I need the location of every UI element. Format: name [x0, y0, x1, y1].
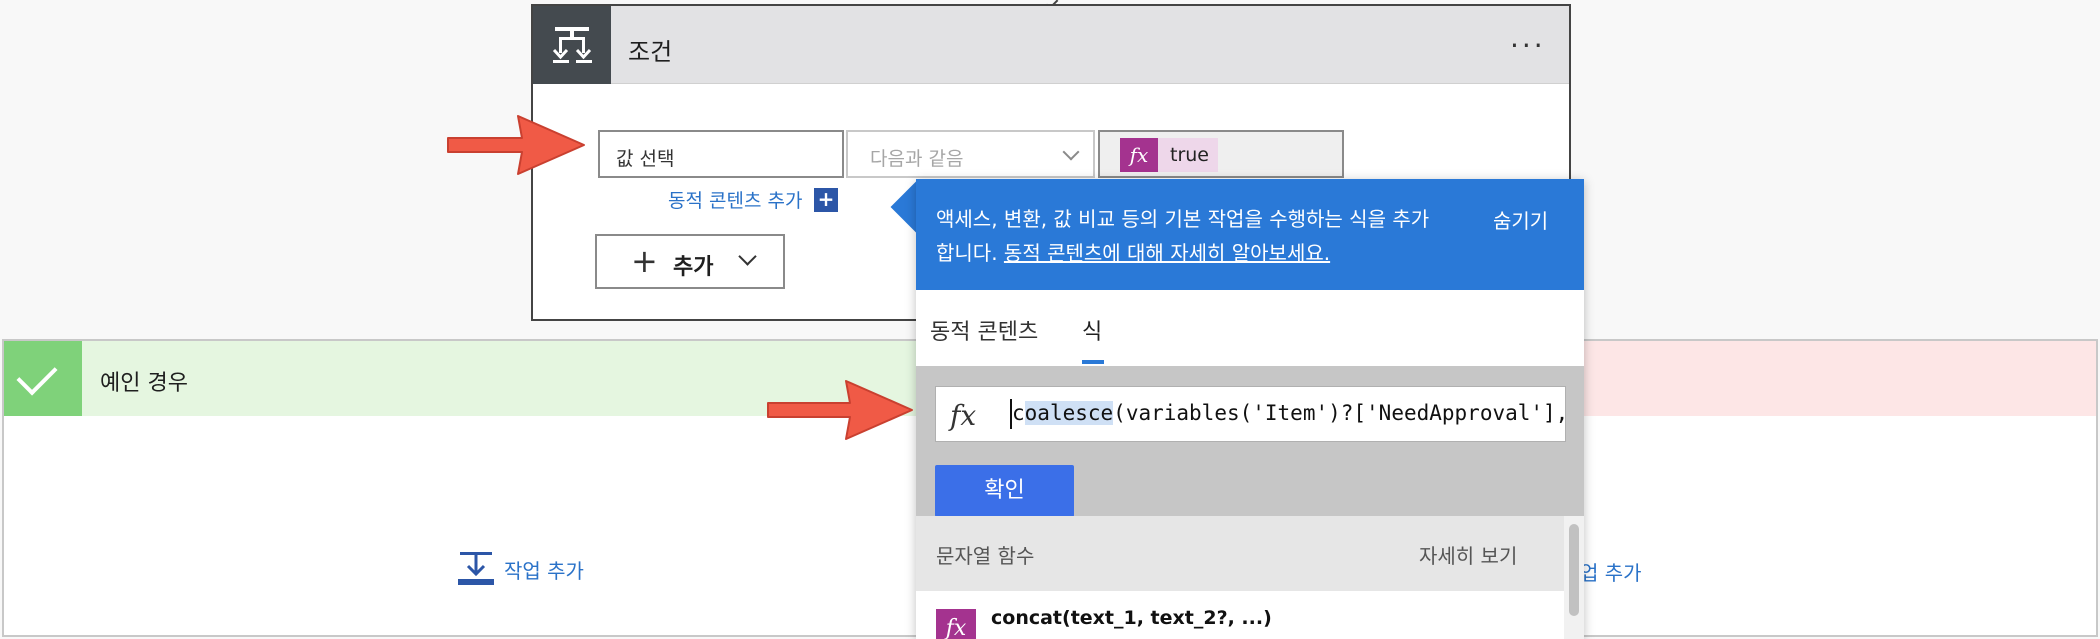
ok-button[interactable]: 확인	[935, 465, 1074, 517]
category-title: 문자열 함수	[936, 544, 1035, 568]
expression-text: coalesce(variables('Item')?['NeedApprova…	[1012, 401, 1568, 425]
add-action-icon	[458, 552, 494, 585]
add-action-link[interactable]: 작업 추가	[458, 552, 584, 586]
banner-text-prefix: 합니다.	[936, 241, 1004, 265]
condition-icon	[533, 6, 611, 84]
expression-input[interactable]: fx coalesce(variables('Item')?['NeedAppr…	[935, 386, 1568, 442]
more-options-icon[interactable]: ···	[1510, 32, 1546, 60]
see-more-link[interactable]: 자세히 보기	[1419, 540, 1517, 569]
expression-rest: (variables('Item')?['NeedApproval'],	[1113, 401, 1569, 425]
scrollbar-thumb[interactable]	[1569, 524, 1579, 616]
expression-token[interactable]: fx true	[1120, 138, 1218, 172]
red-arrow-icon	[767, 380, 913, 440]
tab-expression[interactable]: 식	[1082, 314, 1102, 346]
learn-more-link[interactable]: 동적 콘텐츠에 대해 자세히 알아보세요.	[1004, 241, 1330, 265]
active-tab-indicator	[1082, 360, 1104, 364]
add-button-label: 추가	[673, 255, 714, 280]
fx-icon: fx	[936, 609, 976, 639]
choose-value-input[interactable]: 값 선택	[598, 130, 844, 178]
chevron-down-icon	[738, 247, 757, 266]
red-arrow-icon	[447, 115, 585, 175]
add-button[interactable]: + 추가	[595, 234, 785, 289]
expression-highlight: oalesce	[1024, 401, 1114, 425]
chevron-down-icon	[1062, 143, 1080, 161]
checkmark-icon	[4, 341, 82, 416]
banner-text-line1: 액세스, 변환, 값 비교 등의 기본 작업을 수행하는 식을 추가	[936, 207, 1430, 231]
expression-popup: 액세스, 변환, 값 비교 등의 기본 작업을 수행하는 식을 추가 합니다. …	[916, 179, 1584, 639]
function-list: 문자열 함수 자세히 보기 fx concat(text_1, text_2?,…	[916, 516, 1584, 639]
add-action-link-no[interactable]: 업 추가	[1580, 557, 1642, 586]
add-dynamic-content-link[interactable]: 동적 콘텐츠 추가	[668, 186, 802, 213]
compare-value-input[interactable]: fx true	[1098, 130, 1344, 178]
add-action-label: 작업 추가	[504, 558, 584, 583]
plus-icon[interactable]: +	[814, 188, 838, 212]
fx-icon: fx	[950, 399, 977, 432]
banner-text-line2: 합니다. 동적 콘텐츠에 대해 자세히 알아보세요.	[936, 237, 1330, 266]
hide-button[interactable]: 숨기기	[1493, 205, 1548, 234]
condition-title: 조건	[628, 38, 673, 66]
tab-dynamic-content[interactable]: 동적 콘텐츠	[930, 314, 1038, 346]
function-category-row: 문자열 함수 자세히 보기	[916, 516, 1564, 591]
function-item-concat[interactable]: concat(text_1, text_2?, ...)	[991, 607, 1272, 629]
condition-header[interactable]: 조건 ···	[533, 6, 1569, 84]
info-banner: 액세스, 변환, 값 비교 등의 기본 작업을 수행하는 식을 추가 합니다. …	[916, 179, 1584, 290]
choose-value-placeholder: 값 선택	[616, 148, 675, 170]
expression-prefix: c	[1012, 401, 1025, 425]
operator-select[interactable]: 다음과 같음	[846, 130, 1095, 178]
if-yes-title: 예인 경우	[100, 371, 188, 396]
scrollbar[interactable]	[1564, 516, 1584, 639]
token-label: true	[1170, 144, 1209, 166]
fx-icon: fx	[1120, 138, 1158, 172]
expression-editor-area: fx coalesce(variables('Item')?['NeedAppr…	[916, 366, 1584, 517]
plus-icon: +	[631, 242, 658, 280]
operator-value: 다음과 같음	[870, 148, 964, 170]
